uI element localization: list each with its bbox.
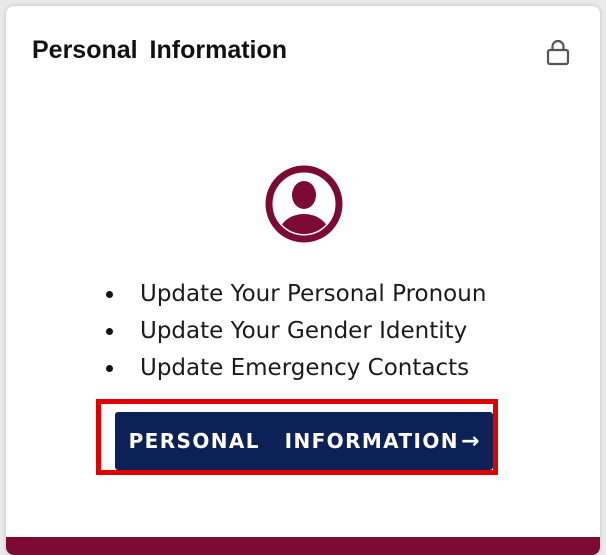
personal-information-card: Personal Information Update Your Persona…: [6, 6, 600, 555]
list-item: Update Your Gender Identity: [102, 313, 486, 350]
accent-bar: [6, 537, 600, 555]
personal-information-button[interactable]: PERSONAL INFORMATION →: [115, 412, 493, 470]
list-item-text: Update Your Gender Identity: [140, 318, 468, 344]
user-avatar-icon: [265, 165, 343, 243]
button-label: PERSONAL INFORMATION: [128, 429, 459, 453]
card-title: Personal Information: [32, 36, 288, 64]
list-item-text: Update Your Personal Pronoun: [140, 281, 487, 307]
bullet-dot: [106, 291, 113, 298]
arrow-right-icon: →: [460, 428, 480, 454]
bullet-dot: [106, 328, 113, 335]
list-item-text: Update Emergency Contacts: [140, 355, 470, 381]
list-item: Update Emergency Contacts: [102, 350, 486, 387]
bullet-dot: [106, 365, 113, 372]
feature-list: Update Your Personal Pronoun Update Your…: [102, 276, 486, 387]
list-item: Update Your Personal Pronoun: [102, 276, 486, 313]
lock-icon: [546, 39, 570, 66]
